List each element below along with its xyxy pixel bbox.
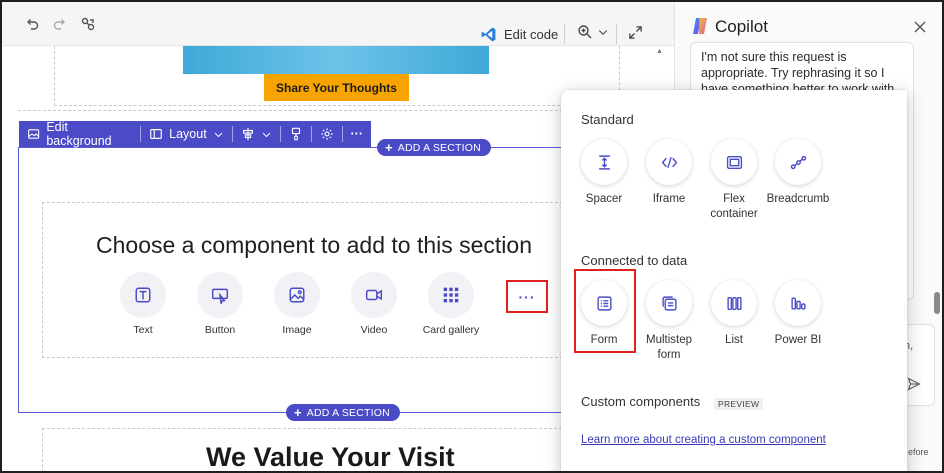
component-label: Image — [282, 324, 312, 336]
flyout-item-label: Power BI — [774, 334, 822, 346]
learn-more-link[interactable]: Learn more about creating a custom compo… — [581, 434, 826, 446]
expand-icon[interactable] — [628, 25, 643, 45]
standard-heading: Standard — [581, 112, 634, 127]
flyout-item-label: Flex container — [710, 193, 758, 220]
data-heading: Connected to data — [581, 253, 688, 268]
vscode-icon — [481, 27, 496, 41]
scroll-up-arrow[interactable]: ▲ — [656, 48, 663, 55]
alignment-dropdown[interactable] — [233, 121, 280, 147]
component-card-gallery[interactable]: Card gallery — [411, 272, 491, 336]
choose-component-title: Choose a component to add to this sectio… — [96, 232, 533, 258]
chevron-down-icon — [214, 132, 222, 137]
link-icon[interactable] — [78, 14, 98, 34]
code-icon — [646, 139, 692, 185]
copilot-scrollbar[interactable] — [934, 292, 940, 314]
send-icon[interactable] — [907, 377, 921, 391]
chevron-down-icon — [598, 30, 608, 35]
component-button[interactable]: Button — [180, 272, 260, 336]
flyout-item-label: Iframe — [652, 193, 686, 205]
value-section-title: We Value Your Visit — [206, 442, 455, 472]
component-label: Video — [360, 324, 388, 336]
paint-brush-icon — [291, 127, 300, 141]
component-label: Text — [133, 324, 153, 336]
flyout-item-list[interactable]: List — [702, 280, 766, 348]
edit-code-label: Edit code — [504, 26, 559, 42]
copilot-logo-icon — [693, 18, 707, 34]
layout-label: Layout — [169, 127, 207, 141]
component-image[interactable]: Image — [257, 272, 337, 336]
copilot-title: Copilot — [715, 17, 768, 36]
share-thoughts-button[interactable]: Share Your Thoughts — [264, 74, 409, 101]
add-section-button-top[interactable]: + ADD A SECTION — [377, 139, 491, 156]
section-toolbar: Edit background Layout ··· — [19, 120, 372, 148]
app-window: Edit code Share Your Thoughts Edit backg… — [0, 0, 944, 473]
flyout-item-label: Breadcrumb — [766, 193, 830, 205]
component-video[interactable]: Video — [334, 272, 414, 336]
style-button[interactable] — [281, 121, 311, 147]
image-icon — [274, 272, 320, 318]
undo-icon[interactable] — [22, 14, 42, 34]
preview-badge: PREVIEW — [714, 398, 764, 410]
component-label: Button — [204, 324, 236, 336]
background-icon — [28, 129, 40, 139]
settings-button[interactable] — [312, 121, 342, 147]
toolbar-divider — [616, 24, 617, 44]
layout-dropdown[interactable]: Layout — [141, 121, 232, 147]
align-icon — [242, 127, 253, 141]
power-bi-icon — [775, 280, 821, 326]
component-text[interactable]: Text — [103, 272, 183, 336]
card-gallery-icon — [428, 272, 474, 318]
zoom-dropdown[interactable] — [577, 24, 609, 40]
edit-background-button[interactable]: Edit background — [19, 120, 140, 148]
form-highlight-box — [574, 269, 636, 353]
component-label: Card gallery — [422, 324, 480, 336]
custom-components-heading: Custom components — [581, 394, 701, 409]
banner-image — [183, 46, 489, 74]
redo-icon[interactable] — [50, 14, 70, 34]
flex-container-icon — [711, 139, 757, 185]
flyout-item-breadcrumb[interactable]: Breadcrumb — [766, 139, 830, 207]
zoom-icon — [578, 25, 592, 39]
edit-background-label: Edit background — [46, 120, 112, 148]
plus-icon: + — [385, 140, 393, 155]
flyout-item-flex-container[interactable]: Flex container — [702, 139, 766, 222]
add-section-label: ADD A SECTION — [306, 406, 390, 419]
plus-icon: + — [294, 405, 302, 420]
close-icon[interactable] — [913, 20, 927, 34]
edit-code-button[interactable]: Edit code — [480, 20, 558, 48]
video-icon — [351, 272, 397, 318]
editor-toolbar: Edit code — [2, 2, 674, 46]
layout-icon — [150, 129, 162, 139]
add-section-label: ADD A SECTION — [397, 141, 481, 154]
add-section-button-bottom[interactable]: + ADD A SECTION — [286, 404, 400, 421]
more-options-button[interactable]: ··· — [343, 121, 372, 147]
flyout-item-label: Multistep form — [645, 334, 693, 361]
spacer-icon — [581, 139, 627, 185]
multistep-form-icon — [646, 280, 692, 326]
copilot-footer-text: efore — [908, 447, 929, 457]
more-components-button[interactable]: ··· — [506, 280, 548, 313]
button-icon — [197, 272, 243, 318]
section-line — [386, 412, 563, 413]
flyout-item-multistep-form[interactable]: Multistep form — [637, 280, 701, 363]
toolbar-divider — [564, 24, 565, 44]
more-icon: ··· — [350, 127, 364, 141]
breadcrumb-icon — [775, 139, 821, 185]
flyout-item-power-bi[interactable]: Power BI — [766, 280, 830, 348]
text-icon — [120, 272, 166, 318]
flyout-item-spacer[interactable]: Spacer — [572, 139, 636, 207]
list-icon — [711, 280, 757, 326]
flyout-item-label: Spacer — [585, 193, 623, 205]
flyout-item-iframe[interactable]: Iframe — [637, 139, 701, 207]
chevron-down-icon — [262, 132, 270, 137]
gear-icon — [320, 128, 333, 140]
flyout-item-label: List — [725, 334, 743, 346]
section-line — [18, 412, 286, 413]
